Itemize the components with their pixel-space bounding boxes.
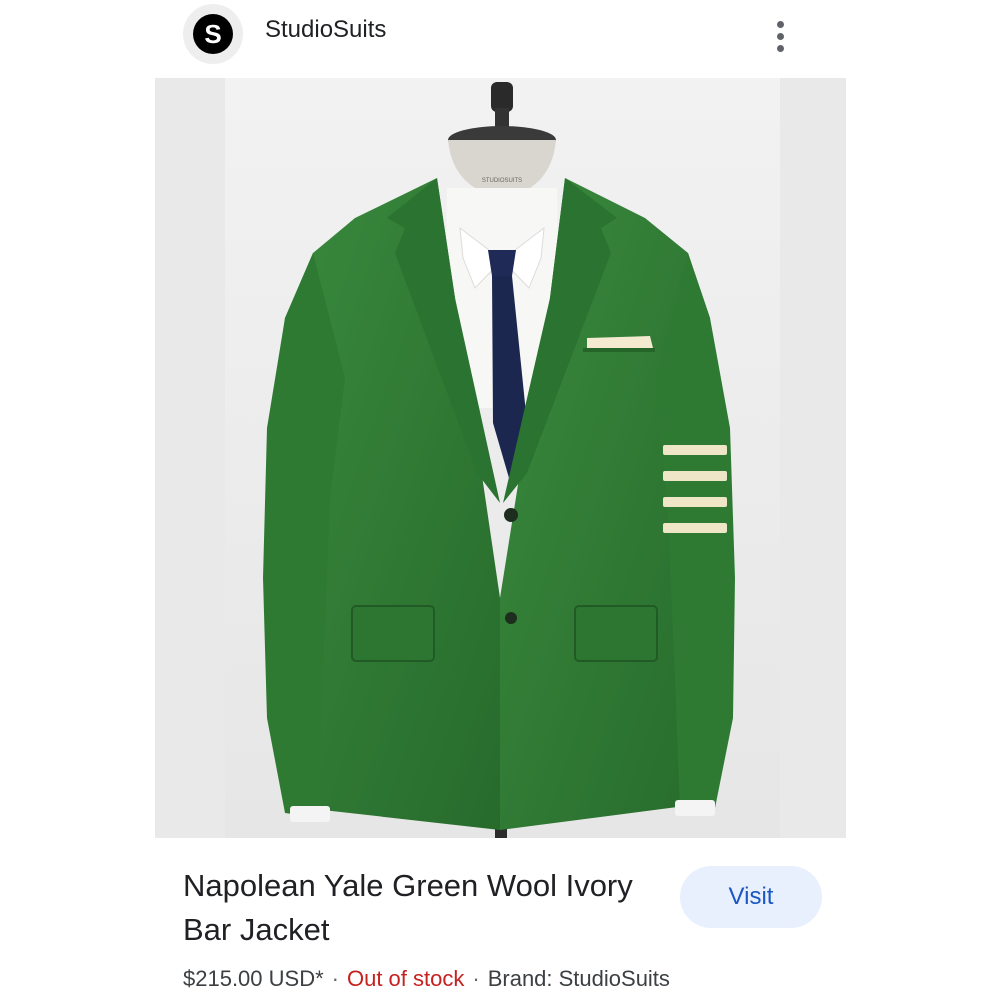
- jacket-illustration: STUDIOSUITS: [155, 78, 846, 838]
- product-title[interactable]: Napolean Yale Green Wool Ivory Bar Jacke…: [183, 864, 673, 952]
- site-logo-icon: S: [193, 14, 233, 54]
- more-options-icon[interactable]: [766, 16, 794, 56]
- site-name[interactable]: StudioSuits: [265, 16, 386, 44]
- stock-status: Out of stock: [346, 966, 465, 991]
- product-price: $215.00 USD*: [183, 966, 324, 991]
- result-header: S StudioSuits: [0, 0, 1000, 70]
- product-image[interactable]: STUDIOSUITS: [155, 78, 846, 838]
- product-meta: $215.00 USD* · Out of stock · Brand: StudioS…: [183, 966, 670, 992]
- visit-button[interactable]: Visit: [680, 866, 822, 928]
- site-avatar[interactable]: S: [183, 4, 243, 64]
- product-brand: Brand: StudioSuits: [487, 966, 670, 991]
- meta-separator: ·: [472, 966, 480, 991]
- mannequin-label: STUDIOSUITS: [482, 178, 522, 184]
- meta-separator: ·: [331, 966, 339, 991]
